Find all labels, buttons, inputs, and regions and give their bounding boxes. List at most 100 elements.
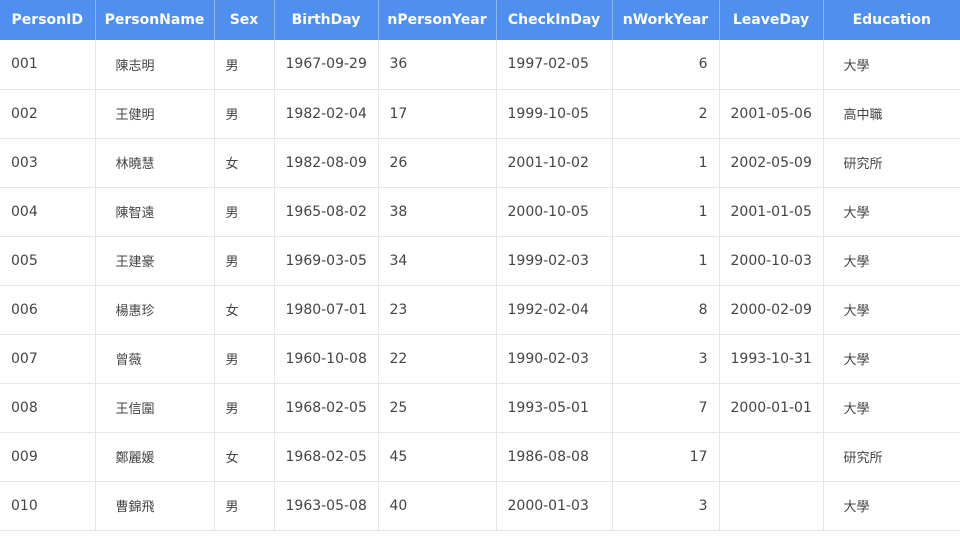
cell-checkinday: 1997-02-05: [496, 40, 613, 90]
cell-personid: 008: [0, 383, 96, 433]
cell-leaveday: 2001-05-06: [719, 89, 824, 139]
cell-leaveday: 2001-01-05: [719, 187, 824, 237]
cell-education: 研究所: [823, 138, 960, 188]
cell-sex: 女: [214, 138, 275, 188]
cell-sex: 男: [214, 383, 275, 433]
cell-personname: 陳志明: [95, 40, 215, 90]
cell-personid: 006: [0, 285, 96, 335]
table-row[interactable]: 003 林曉慧 女 1982-08-09 26 2001-10-02 1 200…: [0, 138, 960, 188]
cell-birthday: 1967-09-29: [274, 40, 379, 90]
table-header: PersonID PersonName Sex BirthDay nPerson…: [0, 0, 960, 40]
cell-personid: 005: [0, 236, 96, 286]
cell-nworkyear: 8: [612, 285, 720, 335]
table-row[interactable]: 004 陳智遠 男 1965-08-02 38 2000-10-05 1 200…: [0, 187, 960, 237]
cell-education: 高中職: [823, 89, 960, 139]
cell-nworkyear: 3: [612, 481, 720, 531]
column-header-nworkyear[interactable]: nWorkYear: [612, 0, 720, 40]
cell-education: 大學: [823, 40, 960, 90]
cell-personname: 王信圍: [95, 383, 215, 433]
cell-checkinday: 2000-01-03: [496, 481, 613, 531]
cell-nworkyear: 6: [612, 40, 720, 90]
cell-npersonyear: 23: [378, 285, 497, 335]
column-header-npersonyear[interactable]: nPersonYear: [378, 0, 497, 40]
cell-personname: 曹錦飛: [95, 481, 215, 531]
column-header-personname[interactable]: PersonName: [95, 0, 215, 40]
table-row[interactable]: 006 楊惠珍 女 1980-07-01 23 1992-02-04 8 200…: [0, 285, 960, 335]
column-header-education[interactable]: Education: [823, 0, 960, 40]
cell-npersonyear: 17: [378, 89, 497, 139]
cell-nworkyear: 1: [612, 236, 720, 286]
cell-nworkyear: 1: [612, 187, 720, 237]
cell-leaveday: [719, 481, 824, 531]
cell-npersonyear: 38: [378, 187, 497, 237]
cell-checkinday: 2000-10-05: [496, 187, 613, 237]
cell-checkinday: 1993-05-01: [496, 383, 613, 433]
column-header-birthday[interactable]: BirthDay: [274, 0, 379, 40]
table-row[interactable]: 010 曹錦飛 男 1963-05-08 40 2000-01-03 3 大學: [0, 481, 960, 531]
cell-sex: 男: [214, 89, 275, 139]
cell-education: 大學: [823, 285, 960, 335]
cell-checkinday: 1990-02-03: [496, 334, 613, 384]
cell-sex: 男: [214, 334, 275, 384]
cell-leaveday: 2000-10-03: [719, 236, 824, 286]
cell-sex: 男: [214, 481, 275, 531]
cell-checkinday: 1992-02-04: [496, 285, 613, 335]
cell-personname: 曾薇: [95, 334, 215, 384]
cell-checkinday: 1999-10-05: [496, 89, 613, 139]
cell-checkinday: 1986-08-08: [496, 432, 613, 482]
cell-checkinday: 2001-10-02: [496, 138, 613, 188]
cell-personname: 陳智遠: [95, 187, 215, 237]
cell-leaveday: 1993-10-31: [719, 334, 824, 384]
cell-birthday: 1968-02-05: [274, 432, 379, 482]
header-row: PersonID PersonName Sex BirthDay nPerson…: [0, 0, 960, 40]
cell-personid: 002: [0, 89, 96, 139]
cell-personid: 003: [0, 138, 96, 188]
cell-birthday: 1982-02-04: [274, 89, 379, 139]
table-row[interactable]: 001 陳志明 男 1967-09-29 36 1997-02-05 6 大學: [0, 40, 960, 90]
cell-npersonyear: 22: [378, 334, 497, 384]
cell-education: 大學: [823, 481, 960, 531]
cell-npersonyear: 40: [378, 481, 497, 531]
person-table: PersonID PersonName Sex BirthDay nPerson…: [0, 0, 960, 531]
cell-education: 大學: [823, 236, 960, 286]
cell-nworkyear: 7: [612, 383, 720, 433]
cell-education: 大學: [823, 383, 960, 433]
cell-personid: 004: [0, 187, 96, 237]
table-body: 001 陳志明 男 1967-09-29 36 1997-02-05 6 大學 …: [0, 40, 960, 531]
column-header-checkinday[interactable]: CheckInDay: [496, 0, 613, 40]
table-row[interactable]: 007 曾薇 男 1960-10-08 22 1990-02-03 3 1993…: [0, 334, 960, 384]
cell-leaveday: 2000-01-01: [719, 383, 824, 433]
column-header-sex[interactable]: Sex: [214, 0, 275, 40]
cell-personname: 王建豪: [95, 236, 215, 286]
cell-personid: 007: [0, 334, 96, 384]
table-row[interactable]: 008 王信圍 男 1968-02-05 25 1993-05-01 7 200…: [0, 383, 960, 433]
column-header-personid[interactable]: PersonID: [0, 0, 96, 40]
column-header-leaveday[interactable]: LeaveDay: [719, 0, 824, 40]
cell-sex: 男: [214, 187, 275, 237]
cell-personid: 001: [0, 40, 96, 90]
cell-nworkyear: 17: [612, 432, 720, 482]
table-row[interactable]: 009 鄭麗媛 女 1968-02-05 45 1986-08-08 17 研究…: [0, 432, 960, 482]
cell-sex: 女: [214, 432, 275, 482]
cell-birthday: 1969-03-05: [274, 236, 379, 286]
cell-leaveday: [719, 432, 824, 482]
cell-education: 大學: [823, 187, 960, 237]
cell-sex: 男: [214, 236, 275, 286]
cell-education: 大學: [823, 334, 960, 384]
table-row[interactable]: 002 王健明 男 1982-02-04 17 1999-10-05 2 200…: [0, 89, 960, 139]
cell-personid: 009: [0, 432, 96, 482]
cell-birthday: 1982-08-09: [274, 138, 379, 188]
table-row[interactable]: 005 王建豪 男 1969-03-05 34 1999-02-03 1 200…: [0, 236, 960, 286]
cell-personid: 010: [0, 481, 96, 531]
cell-leaveday: 2002-05-09: [719, 138, 824, 188]
cell-birthday: 1980-07-01: [274, 285, 379, 335]
cell-personname: 鄭麗媛: [95, 432, 215, 482]
cell-birthday: 1963-05-08: [274, 481, 379, 531]
cell-personname: 王健明: [95, 89, 215, 139]
cell-nworkyear: 3: [612, 334, 720, 384]
cell-personname: 林曉慧: [95, 138, 215, 188]
cell-npersonyear: 34: [378, 236, 497, 286]
cell-personname: 楊惠珍: [95, 285, 215, 335]
cell-npersonyear: 26: [378, 138, 497, 188]
cell-sex: 男: [214, 40, 275, 90]
